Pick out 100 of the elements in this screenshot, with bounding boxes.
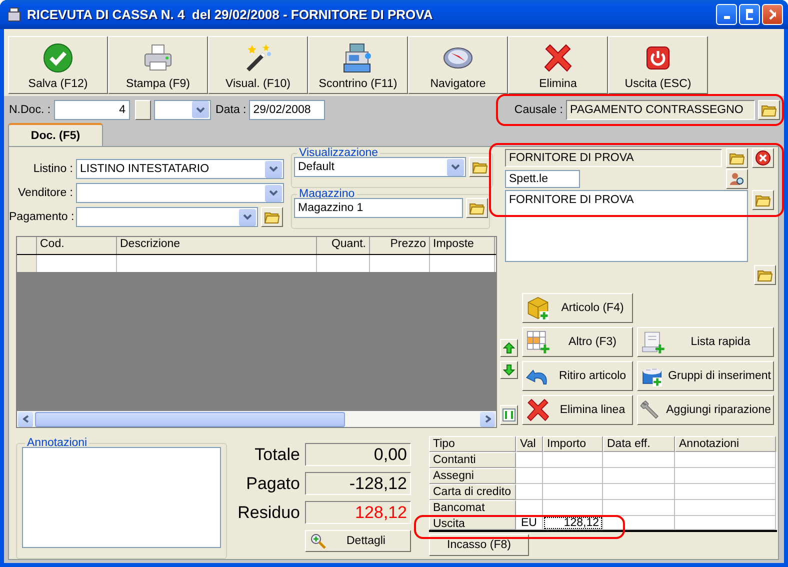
column-header[interactable]: Quant. <box>317 237 370 254</box>
folder-button[interactable] <box>261 207 283 227</box>
dropdown[interactable] <box>76 207 258 227</box>
folder-icon <box>264 210 280 224</box>
toolbar-button[interactable]: Elimina <box>508 36 608 94</box>
window-title: RICEVUTA DI CASSA N. 4 del 29/02/2008 - FORNITORE DI PROVA <box>27 7 433 22</box>
row-header: Assegni <box>429 468 516 484</box>
small-button[interactable] <box>134 100 151 120</box>
address-field[interactable]: FORNITORE DI PROVA <box>505 190 748 262</box>
action-button[interactable]: Articolo (F4) <box>522 293 633 323</box>
folder-icon <box>472 160 488 174</box>
toolbar-button[interactable]: Navigatore <box>408 36 508 94</box>
folder-icon <box>757 268 773 282</box>
dropdown[interactable] <box>76 183 284 203</box>
action-button[interactable]: Elimina linea <box>522 395 633 425</box>
total-label: Totale <box>254 444 300 464</box>
search-button[interactable] <box>726 169 748 189</box>
tab[interactable]: Doc. (F5) <box>8 123 103 147</box>
column-header[interactable]: Importo <box>543 436 603 452</box>
document-number-field[interactable]: 4 <box>54 100 130 120</box>
group-title: Annotazioni <box>26 437 88 449</box>
row-header: Carta di credito <box>429 484 516 500</box>
folder-button[interactable] <box>726 148 748 168</box>
folder-button[interactable] <box>758 100 780 120</box>
total-value: -128,12 <box>305 472 411 495</box>
supplier-name-field[interactable]: FORNITORE DI PROVA <box>505 149 722 167</box>
folder-icon <box>755 193 771 207</box>
column-header[interactable]: Cod. <box>37 237 117 254</box>
field-label: Venditore : <box>17 187 73 199</box>
app-icon <box>6 6 22 22</box>
column-header[interactable]: Imposte <box>430 237 495 254</box>
minimize-button[interactable] <box>716 4 737 25</box>
column-header[interactable]: Descrizione <box>117 237 317 254</box>
causale-field[interactable]: PAGAMENTO CONTRASSEGNO <box>566 100 755 120</box>
up-arrow-icon <box>503 342 515 354</box>
move-up-button[interactable] <box>500 339 518 357</box>
group-title: Visualizzazione <box>298 147 380 159</box>
down-arrow-icon <box>503 364 515 376</box>
input-field[interactable]: Magazzino 1 <box>294 198 463 218</box>
total-value: 128,12 <box>305 501 411 524</box>
dropdown[interactable]: Default <box>294 157 466 177</box>
column-header[interactable]: Prezzo <box>370 237 430 254</box>
folder-button[interactable] <box>466 198 488 218</box>
table-cell: EU <box>516 516 543 530</box>
table-grid-icon <box>525 329 551 355</box>
column-header[interactable]: Tipo <box>429 436 516 452</box>
action-button[interactable]: Lista rapida <box>637 327 774 357</box>
cross-icon <box>542 42 574 74</box>
date-field[interactable]: 29/02/2008 <box>249 100 326 120</box>
total-value: 0,00 <box>305 443 411 466</box>
remove-button[interactable] <box>752 148 774 168</box>
cross-icon <box>525 397 551 423</box>
swap-button[interactable] <box>500 405 518 425</box>
field-label: Pagamento : <box>9 211 73 223</box>
folder-button[interactable] <box>752 190 774 210</box>
person-search-icon <box>729 171 745 187</box>
column-header[interactable]: Val <box>516 436 543 452</box>
field-label: Data : <box>216 104 246 116</box>
toolbar-button[interactable]: Visual. (F10) <box>208 36 308 94</box>
scroll-icon <box>640 329 666 355</box>
row-header: Contanti <box>429 452 516 468</box>
action-button[interactable]: Gruppi di inseriment <box>637 361 774 391</box>
folder-icon <box>761 102 777 116</box>
total-label: Pagato <box>246 474 300 494</box>
row-header: Bancomat <box>429 500 516 516</box>
total-label: Residuo <box>238 502 300 522</box>
cash-register-icon <box>342 42 374 74</box>
action-button[interactable]: Ritiro articolo <box>522 361 633 391</box>
table-cell[interactable]: 128,12 <box>543 516 603 530</box>
toolbar-button[interactable]: Stampa (F9) <box>108 36 208 94</box>
move-down-button[interactable] <box>500 361 518 379</box>
column-header[interactable]: Data eff. <box>603 436 675 452</box>
action-button[interactable]: Altro (F3) <box>522 327 633 357</box>
action-button[interactable]: Aggiungi riparazione <box>637 395 774 425</box>
toolbar-button[interactable]: Scontrino (F11) <box>308 36 408 94</box>
horizontal-scrollbar[interactable] <box>17 411 496 427</box>
folder-button[interactable] <box>469 157 491 177</box>
table-cell[interactable] <box>675 516 776 530</box>
close-button[interactable] <box>762 4 783 25</box>
toolbar-button[interactable]: Uscita (ESC) <box>608 36 708 94</box>
folder-button[interactable] <box>754 265 776 285</box>
cube-icon <box>525 295 551 321</box>
notes-field[interactable] <box>22 447 221 548</box>
column-header[interactable]: Annotazioni <box>675 436 776 452</box>
details-button[interactable]: Dettagli <box>305 530 411 552</box>
series-dropdown[interactable] <box>154 100 211 120</box>
field-label: Causale : <box>514 104 563 116</box>
checkmark-icon <box>42 42 74 74</box>
folder-icon <box>729 151 745 165</box>
salutation-field[interactable]: Spett.le <box>505 170 580 188</box>
table-cell[interactable] <box>603 516 675 530</box>
zoom-in-icon <box>310 533 326 549</box>
dropdown[interactable]: LISTINO INTESTATARIO <box>76 159 284 179</box>
maximize-button[interactable] <box>739 4 760 25</box>
field-label: N.Doc. : <box>9 104 51 116</box>
toolbar-button[interactable]: Salva (F12) <box>8 36 108 94</box>
row-header: Uscita <box>429 516 516 530</box>
field-label: Listino : <box>32 163 73 175</box>
incasso-button[interactable]: Incasso (F8) <box>429 534 529 556</box>
group-title: Magazzino <box>298 188 356 200</box>
